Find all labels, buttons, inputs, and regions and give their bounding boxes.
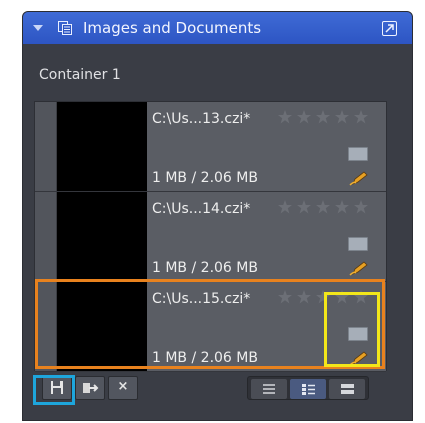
item-filename: C:\Us...13.czi*	[152, 111, 251, 127]
close-icon: ×	[117, 379, 129, 394]
container-label: Container 1	[39, 67, 121, 83]
list-item[interactable]: C:\Us...13.czi* 1 MB / 2.06 MB	[35, 102, 386, 192]
item-drag-handle[interactable]	[35, 192, 57, 281]
star-rating-icon[interactable]	[278, 110, 368, 124]
panel-title: Images and Documents	[83, 19, 262, 37]
item-filename: C:\Us...14.czi*	[152, 201, 251, 217]
list-view-button[interactable]	[251, 379, 287, 399]
image-thumbnail[interactable]	[57, 102, 147, 191]
details-view-button[interactable]	[290, 379, 326, 399]
documents-stack-icon	[58, 21, 73, 35]
compact-view-button[interactable]	[329, 379, 365, 399]
pencil-edit-icon[interactable]	[349, 170, 369, 186]
item-drag-handle[interactable]	[35, 102, 57, 191]
list-item[interactable]: C:\Us...14.czi* 1 MB / 2.06 MB	[35, 192, 386, 282]
move-to-button[interactable]	[75, 376, 105, 400]
chevron-down-icon[interactable]	[33, 25, 43, 31]
preview-button[interactable]	[348, 237, 368, 251]
details-view-icon	[302, 384, 315, 395]
preview-button[interactable]	[348, 147, 368, 161]
close-document-button[interactable]: ×	[108, 376, 138, 400]
annotation-highlight-blue	[33, 375, 75, 405]
panel-titlebar[interactable]: Images and Documents	[23, 12, 412, 44]
star-rating-icon[interactable]	[278, 200, 368, 214]
image-thumbnail[interactable]	[57, 192, 147, 281]
pencil-edit-icon[interactable]	[349, 260, 369, 276]
view-mode-toggle	[247, 376, 369, 400]
move-to-icon	[83, 383, 99, 393]
list-view-icon	[263, 384, 275, 394]
popout-window-icon[interactable]	[382, 21, 397, 36]
item-size: 1 MB / 2.06 MB	[152, 260, 258, 276]
compact-view-icon	[341, 384, 354, 394]
annotation-highlight-yellow	[324, 292, 380, 367]
item-size: 1 MB / 2.06 MB	[152, 170, 258, 186]
